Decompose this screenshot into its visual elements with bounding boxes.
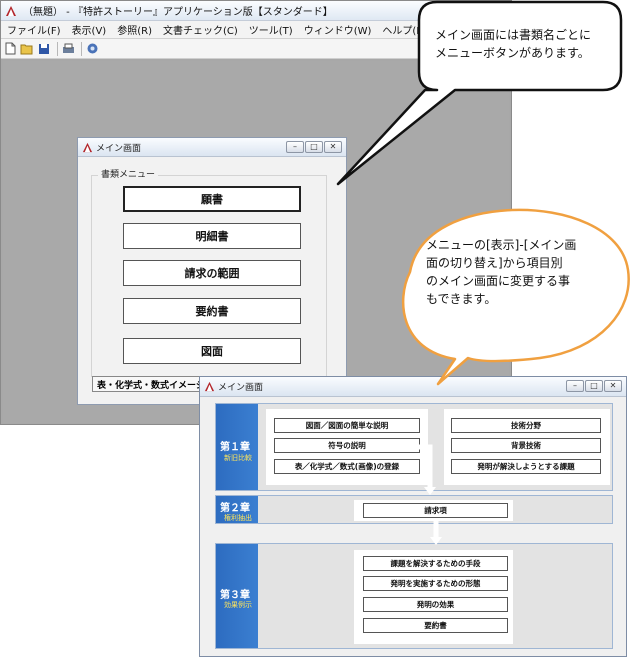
callout-top-line-1: メイン画面には書類名ごとに: [435, 28, 592, 42]
callout-bottom-line-1: メニューの[表示]-[メイン画: [426, 238, 577, 252]
callout-bottom-line-4: もできます。: [426, 292, 497, 306]
callout-bottom-line-2: 面の切り替え]から項目別: [426, 256, 563, 270]
callout-bottom-line-3: のメイン画面に変更する事: [426, 274, 571, 288]
callout-bubbles: [336, 0, 630, 386]
callout-top-line-2: メニューボタンがあります。: [435, 46, 590, 60]
